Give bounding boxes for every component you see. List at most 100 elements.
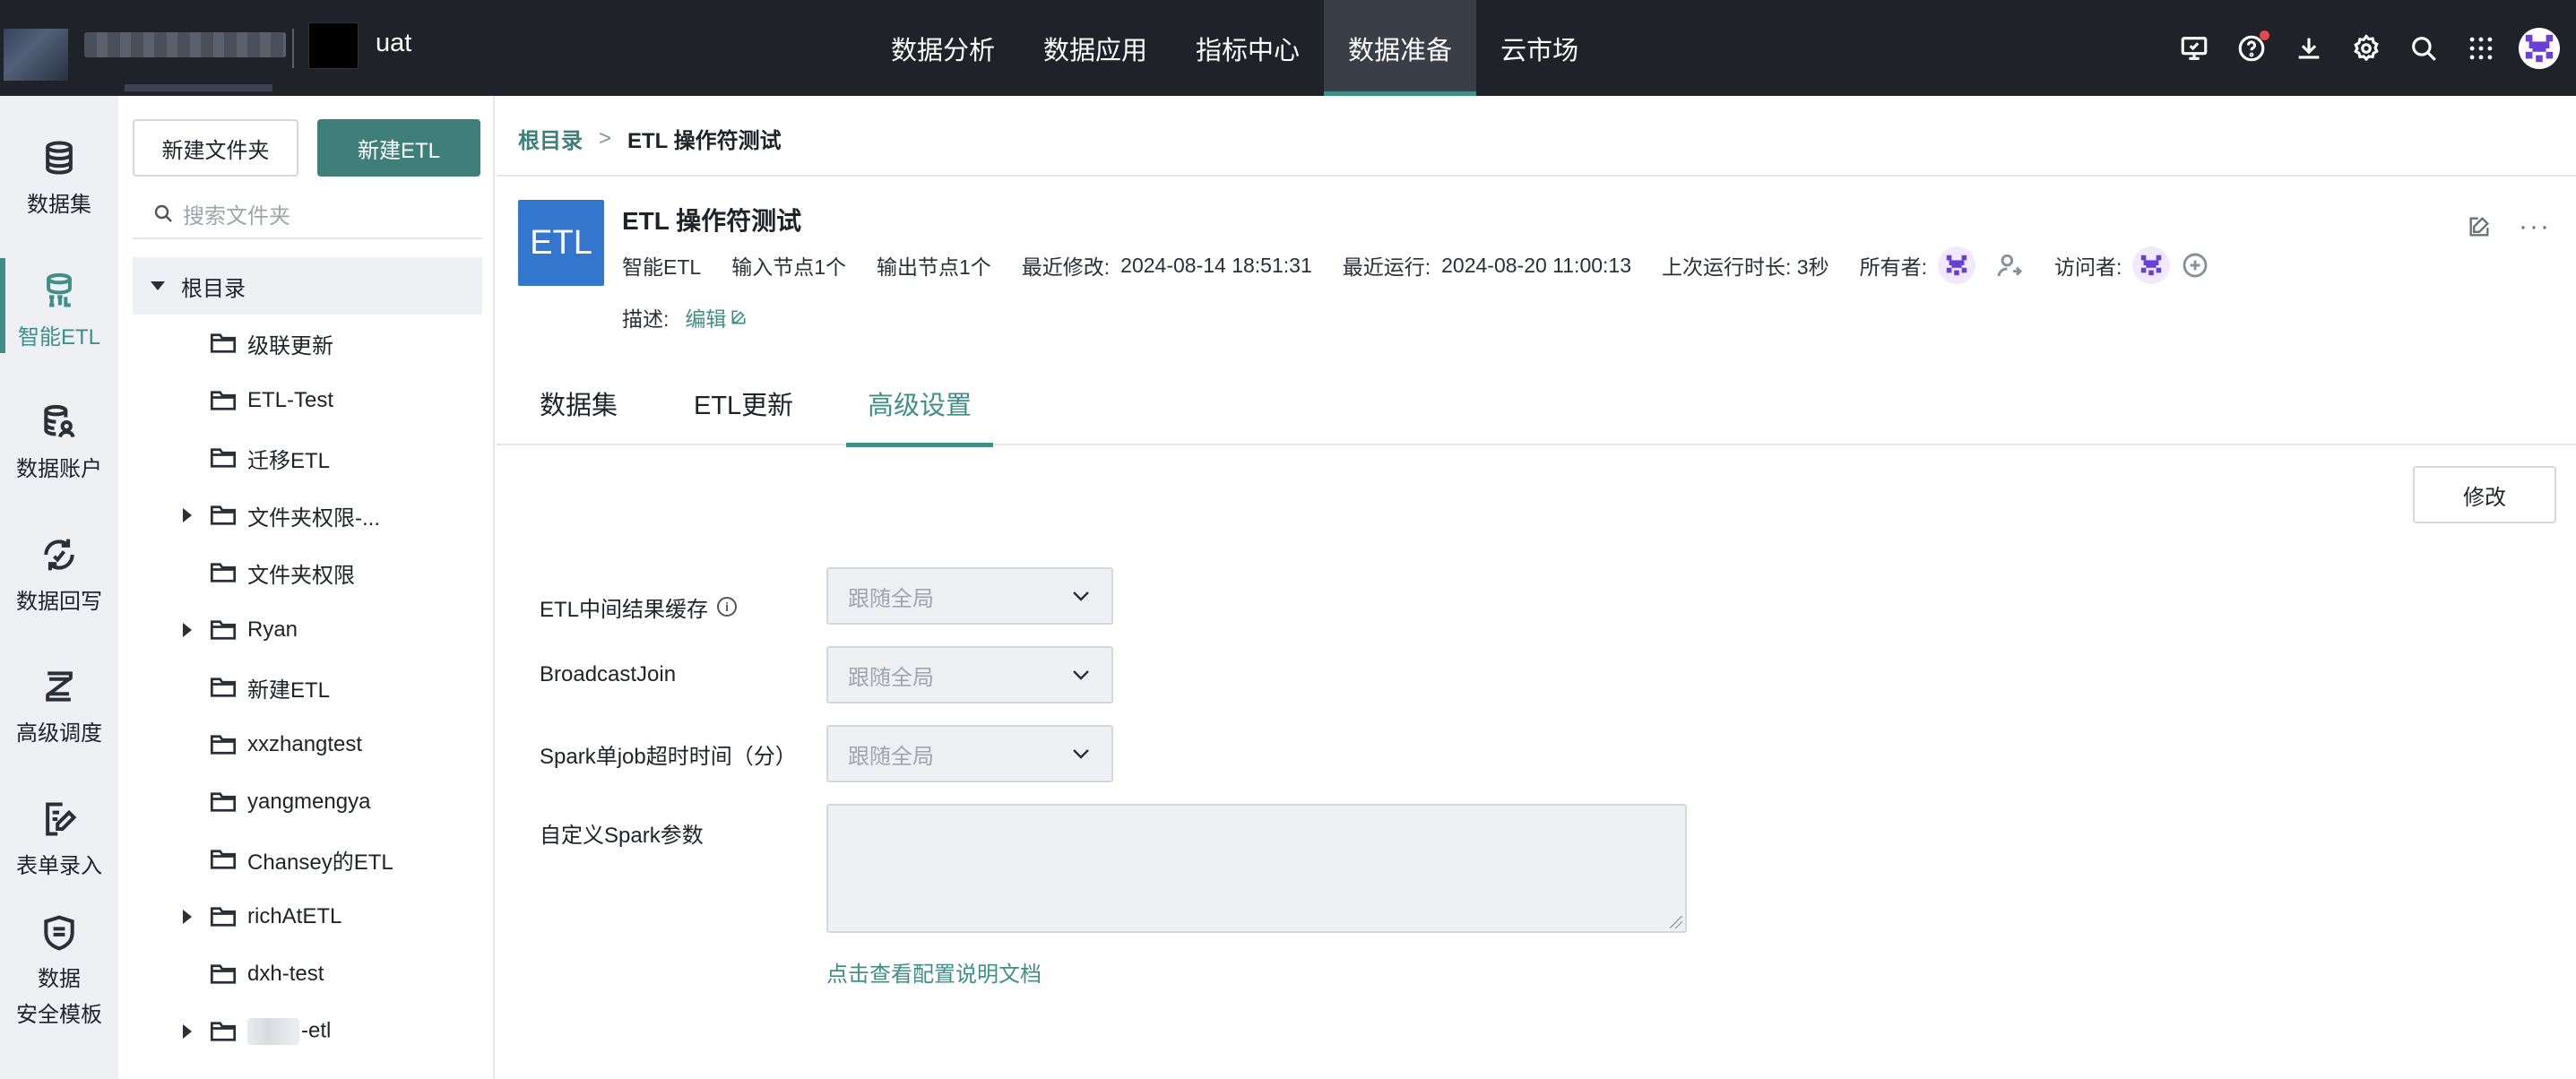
tree-item[interactable]: 文件夹权限-... — [133, 488, 482, 542]
chevron-down-icon — [1073, 591, 1089, 601]
tree-item[interactable]: richAtETL — [133, 890, 482, 944]
rail-item-security-template[interactable]: 数据 安全模板 — [0, 913, 118, 1033]
notification-dot — [2260, 30, 2269, 40]
info-icon[interactable]: i — [717, 597, 738, 617]
writeback-icon — [44, 539, 74, 571]
breadcrumb-separator: > — [599, 125, 612, 151]
search-icon[interactable] — [2395, 20, 2452, 77]
transfer-owner-icon[interactable] — [1995, 251, 2024, 280]
visitor-avatar[interactable] — [2132, 246, 2171, 284]
breadcrumb-root[interactable]: 根目录 — [518, 123, 583, 154]
settings-icon[interactable] — [2338, 20, 2395, 77]
more-icon[interactable]: ··· — [2515, 207, 2554, 246]
nav-data-prep[interactable]: 数据准备 — [1324, 0, 1477, 96]
tree-item-label: -etl — [247, 1018, 331, 1045]
rail-item-advanced-schedule[interactable]: 高级调度 — [0, 667, 118, 747]
tab-etl-update[interactable]: ETL更新 — [694, 384, 793, 445]
nav-cloud-market[interactable]: 云市场 — [1476, 0, 1603, 96]
edit-description-link[interactable]: 编辑 — [685, 302, 748, 332]
project-name[interactable]: uat — [376, 29, 411, 58]
spark-timeout-select[interactable]: 跟随全局 — [826, 725, 1113, 782]
tree-item[interactable]: Chansey的ETL — [133, 833, 482, 886]
tree-item[interactable]: Ryan — [133, 603, 482, 657]
rail-item-data-writeback[interactable]: 数据回写 — [0, 535, 118, 615]
caret-right-icon[interactable] — [183, 1024, 192, 1039]
add-visitor-icon[interactable] — [2181, 251, 2209, 280]
broadcast-join-select[interactable]: 跟随全局 — [826, 646, 1113, 704]
caret-down-icon[interactable] — [151, 281, 165, 290]
config-doc-link[interactable]: 点击查看配置说明文档 — [826, 956, 1042, 988]
last-run-label: 最近运行: — [1342, 255, 1431, 279]
top-nav: 数据分析 数据应用 指标中心 数据准备 云市场 — [867, 0, 1603, 96]
rail-label: 数据账户 — [16, 457, 102, 481]
folder-icon — [210, 390, 237, 411]
caret-right-icon[interactable] — [183, 508, 192, 522]
folder-icon — [210, 562, 237, 583]
visitor-label: 访问者: — [2053, 255, 2122, 279]
tree-item[interactable]: 新建ETL — [133, 660, 482, 714]
folder-icon — [210, 447, 237, 469]
folder-icon — [210, 505, 237, 526]
brand-logo-blurred — [4, 18, 290, 91]
rail-item-data-account[interactable]: 数据账户 — [0, 402, 118, 482]
new-folder-button[interactable]: 新建文件夹 — [133, 119, 298, 177]
security-template-icon — [44, 915, 74, 951]
rail-item-smart-etl[interactable]: 智能ETL — [0, 258, 118, 353]
top-bar: uat 数据分析 数据应用 指标中心 数据准备 云市场 — [0, 0, 2576, 96]
download-icon[interactable] — [2280, 20, 2338, 77]
tree-item[interactable]: dxh-test — [133, 947, 482, 1001]
custom-spark-params-textarea[interactable] — [826, 804, 1687, 933]
rail-label: 表单录入 — [16, 854, 102, 878]
project-logo — [308, 22, 359, 69]
tab-advanced-settings[interactable]: 高级设置 — [845, 384, 994, 447]
modify-button[interactable]: 修改 — [2413, 466, 2556, 523]
main-content: 根目录 > ETL 操作符测试 ETL ETL 操作符测试 智能ETL 输入节点… — [497, 96, 2576, 1079]
folder-icon — [210, 849, 237, 870]
tree-root-node[interactable]: 根目录 — [133, 257, 482, 315]
owner-avatar[interactable] — [1937, 246, 1975, 284]
tree-item[interactable]: 迁移ETL — [133, 431, 482, 485]
folder-search-input[interactable]: 搜索文件夹 — [133, 189, 482, 239]
rail-item-datasets[interactable]: 数据集 — [0, 138, 118, 218]
breadcrumb-current: ETL 操作符测试 — [627, 129, 782, 153]
apps-grid-icon[interactable] — [2452, 20, 2510, 77]
tree-item[interactable]: ETL-Test — [133, 374, 482, 427]
edit-icon[interactable] — [2459, 207, 2499, 246]
tree-item[interactable]: -etl — [133, 1005, 482, 1058]
tab-bar: 数据集 ETL更新 高级设置 — [497, 365, 2576, 447]
search-icon — [154, 204, 172, 222]
select-placeholder: 跟随全局 — [848, 665, 934, 690]
tree-item[interactable]: 级联更新 — [133, 316, 482, 370]
tree-item[interactable]: xxzhangtest — [133, 718, 482, 772]
brand-divider — [292, 29, 294, 68]
select-placeholder: 跟随全局 — [848, 744, 934, 769]
new-etl-button[interactable]: 新建ETL — [317, 119, 480, 177]
user-avatar[interactable] — [2519, 27, 2560, 69]
left-rail: 数据集 智能ETL 数据账户 数据回写 高级调度 表单录入 数据 安全模板 — [0, 96, 118, 1079]
schedule-icon — [46, 671, 73, 702]
nav-data-apps[interactable]: 数据应用 — [1019, 0, 1171, 96]
breadcrumb: 根目录 > ETL 操作符测试 — [518, 123, 782, 154]
last-modified-label: 最近修改: — [1021, 255, 1111, 279]
nav-data-analysis[interactable]: 数据分析 — [867, 0, 1019, 96]
monitor-icon[interactable] — [2165, 20, 2223, 77]
divider — [497, 175, 2576, 177]
owner-label: 所有者: — [1859, 255, 1927, 279]
tree-item[interactable]: yangmengya — [133, 775, 482, 829]
rail-label: 智能ETL — [17, 325, 100, 350]
help-icon[interactable] — [2223, 20, 2280, 77]
tab-datasets[interactable]: 数据集 — [540, 384, 618, 445]
folder-tree-panel: 新建文件夹 新建ETL 搜索文件夹 根目录 级联更新 ETL-Test 迁移ET… — [118, 96, 495, 1079]
resize-handle[interactable] — [1670, 916, 1682, 928]
etl-cache-select[interactable]: 跟随全局 — [826, 567, 1113, 625]
folder-icon — [210, 619, 237, 641]
data-account-icon — [44, 404, 75, 438]
caret-right-icon[interactable] — [183, 623, 192, 637]
input-nodes: 输入节点1个 — [731, 255, 846, 279]
form-entry-icon — [46, 802, 77, 836]
rail-item-form-entry[interactable]: 表单录入 — [0, 799, 118, 879]
tree-item[interactable]: 文件夹权限 — [133, 546, 482, 600]
caret-right-icon[interactable] — [183, 910, 192, 924]
nav-metric-center[interactable]: 指标中心 — [1171, 0, 1324, 96]
search-placeholder: 搜索文件夹 — [183, 203, 290, 229]
